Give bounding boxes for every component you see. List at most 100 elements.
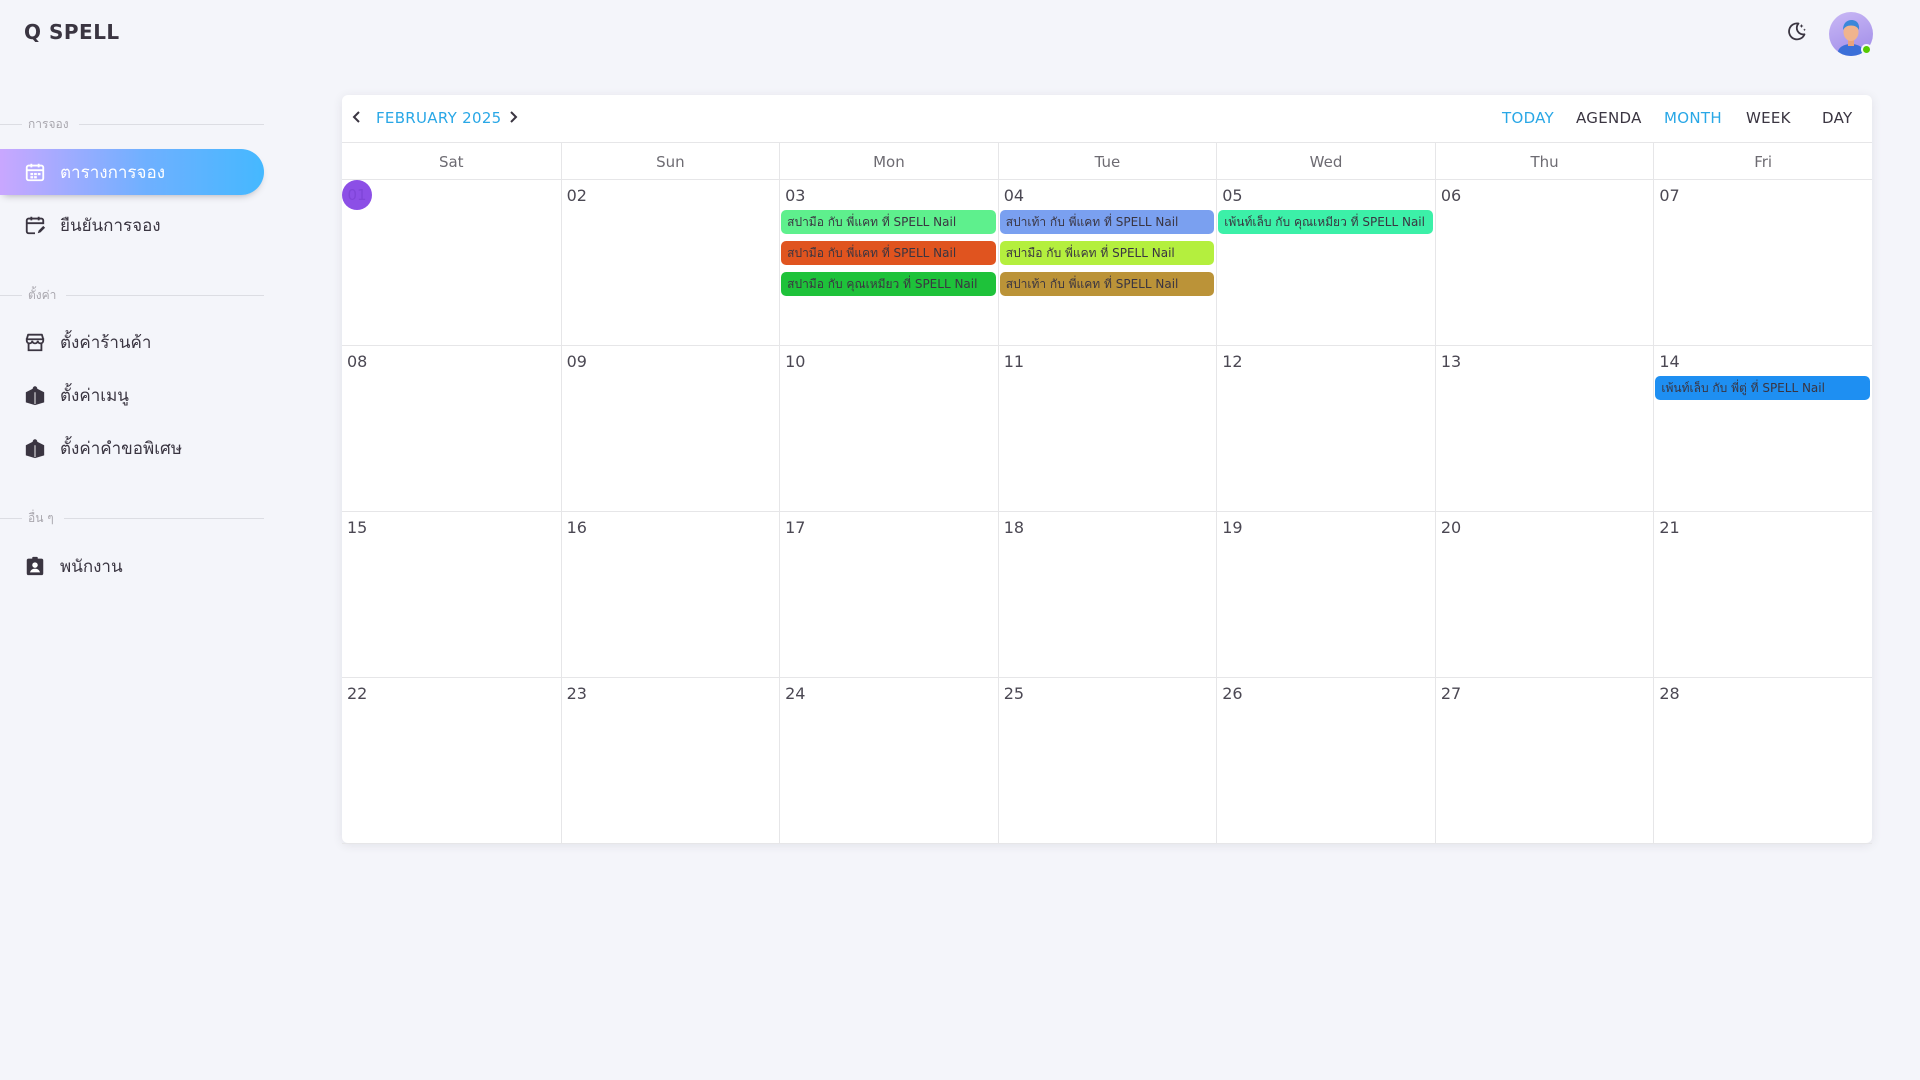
day-number: 03 — [785, 186, 806, 205]
day-cell[interactable]: 01 — [342, 180, 561, 346]
prev-month-button[interactable] — [346, 107, 368, 129]
day-cell[interactable]: 09 — [560, 346, 780, 512]
day-number: 22 — [347, 684, 368, 703]
month-grid: Sat Sun Mon Tue Wed Thu Fri 01 02 03 สปา… — [342, 142, 1872, 844]
day-cell[interactable]: 27 — [1434, 678, 1654, 844]
chevron-left-icon — [350, 109, 364, 128]
store-icon — [24, 331, 46, 353]
day-number: 07 — [1659, 186, 1680, 205]
day-cell[interactable]: 18 — [997, 512, 1217, 678]
weekday-header: Tue — [997, 143, 1217, 180]
day-cell[interactable]: 07 — [1653, 180, 1872, 346]
calendar-icon — [24, 161, 46, 183]
moon-star-icon — [1784, 20, 1808, 48]
day-number: 24 — [785, 684, 806, 703]
today-button[interactable]: TODAY — [1502, 109, 1554, 127]
day-cell[interactable]: 16 — [560, 512, 780, 678]
week-view-button[interactable]: WEEK — [1746, 109, 1791, 127]
day-number: 04 — [1003, 186, 1025, 205]
sidebar-item-booking-schedule[interactable]: ตารางการจอง — [0, 149, 264, 195]
day-number: 08 — [347, 352, 368, 371]
book-open-icon — [24, 437, 46, 459]
event-item[interactable]: สปาเท้า กับ พี่แคท ที่ SPELL Nail — [999, 210, 1215, 234]
day-number: 10 — [785, 352, 806, 371]
day-number: 27 — [1440, 684, 1462, 703]
weekday-header: Fri — [1653, 143, 1872, 180]
weekday-header-row: Sat Sun Mon Tue Wed Thu Fri — [342, 143, 1872, 180]
event-item[interactable]: เพ้นท์เล็บ กับ พี่ตู่ ที่ SPELL Nail — [1655, 376, 1870, 400]
book-open-icon — [24, 384, 46, 406]
day-cell[interactable]: 19 — [1216, 512, 1435, 678]
day-number: 06 — [1440, 186, 1462, 205]
event-item[interactable]: สปามือ กับ พี่แคท ที่ SPELL Nail — [781, 241, 996, 265]
section-header-booking: การจอง — [0, 114, 264, 134]
sidebar-item-label: พนักงาน — [60, 556, 123, 577]
day-cell[interactable]: 14 เพ้นท์เล็บ กับ พี่ตู่ ที่ SPELL Nail — [1653, 346, 1872, 512]
week-row: 22 23 24 25 26 27 28 — [342, 678, 1872, 844]
app-title: Q SPELL — [24, 20, 120, 44]
theme-toggle-button[interactable] — [1782, 20, 1810, 48]
day-cell[interactable]: 11 — [997, 346, 1217, 512]
day-number: 05 — [1222, 186, 1243, 205]
day-number-today: 01 — [342, 180, 372, 210]
event-item[interactable]: สปามือ กับ คุณเหมียว ที่ SPELL Nail — [781, 272, 996, 296]
day-cell[interactable]: 06 — [1434, 180, 1654, 346]
sidebar-item-menu-settings[interactable]: ตั้งค่าเมนู — [0, 372, 264, 418]
day-number: 18 — [1003, 518, 1025, 537]
day-number: 28 — [1659, 684, 1680, 703]
online-status-dot — [1861, 44, 1872, 55]
day-number: 23 — [566, 684, 587, 703]
day-cell[interactable]: 03 สปามือ กับ พี่แคท ที่ SPELL Nail สปาม… — [779, 180, 998, 346]
sidebar-item-label: ตารางการจอง — [60, 162, 166, 183]
calendar-edit-icon — [24, 214, 46, 236]
day-cell[interactable]: 26 — [1216, 678, 1435, 844]
sidebar-item-staff[interactable]: พนักงาน — [0, 543, 264, 589]
day-view-button[interactable]: DAY — [1822, 109, 1852, 127]
day-cell[interactable]: 12 — [1216, 346, 1435, 512]
event-item[interactable]: สปามือ กับ พี่แคท ที่ SPELL Nail — [781, 210, 996, 234]
day-cell[interactable]: 24 — [779, 678, 998, 844]
day-number: 09 — [566, 352, 587, 371]
month-view-button[interactable]: MONTH — [1664, 109, 1722, 127]
day-number: 19 — [1222, 518, 1243, 537]
day-cell[interactable]: 08 — [342, 346, 561, 512]
sidebar-item-special-request-settings[interactable]: ตั้งค่าคำขอพิเศษ — [0, 425, 264, 471]
day-cell[interactable]: 23 — [560, 678, 780, 844]
weekday-header: Sun — [560, 143, 780, 180]
event-item[interactable]: สปามือ กับ พี่แคท ที่ SPELL Nail — [999, 241, 1215, 265]
day-number: 11 — [1003, 352, 1025, 371]
agenda-view-button[interactable]: AGENDA — [1576, 109, 1642, 127]
day-cell[interactable]: 25 — [997, 678, 1217, 844]
day-number: 13 — [1440, 352, 1462, 371]
next-month-button[interactable] — [502, 107, 524, 129]
section-header-settings: ตั้งค่า — [0, 285, 264, 305]
sidebar-item-store-settings[interactable]: ตั้งค่าร้านค้า — [0, 319, 264, 365]
day-cell[interactable]: 13 — [1434, 346, 1654, 512]
day-number: 15 — [347, 518, 368, 537]
day-cell[interactable]: 21 — [1653, 512, 1872, 678]
day-number: 21 — [1659, 518, 1680, 537]
day-cell[interactable]: 22 — [342, 678, 561, 844]
day-cell[interactable]: 05 เพ้นท์เล็บ กับ คุณเหมียว ที่ SPELL Na… — [1216, 180, 1435, 346]
day-number: 26 — [1222, 684, 1243, 703]
week-row: 08 09 10 11 12 13 14 เพ้นท์เล็บ กับ พี่ต… — [342, 346, 1872, 512]
day-cell[interactable]: 20 — [1434, 512, 1654, 678]
sidebar-item-confirm-booking[interactable]: ยืนยันการจอง — [0, 202, 264, 248]
day-cell[interactable]: 15 — [342, 512, 561, 678]
day-number: 16 — [566, 518, 587, 537]
calendar-toolbar: FEBRUARY 2025 TODAY AGENDA MONTH WEEK DA… — [342, 95, 1872, 142]
day-cell[interactable]: 28 — [1653, 678, 1872, 844]
section-header-others: อื่น ๆ — [0, 508, 264, 528]
badge-account-icon — [24, 555, 46, 577]
weekday-header: Wed — [1216, 143, 1435, 180]
event-item[interactable]: เพ้นท์เล็บ กับ คุณเหมียว ที่ SPELL Nail — [1218, 210, 1433, 234]
day-cell[interactable]: 02 — [560, 180, 780, 346]
sidebar-item-label: ตั้งค่าร้านค้า — [60, 332, 152, 353]
day-cell[interactable]: 17 — [779, 512, 998, 678]
day-number: 20 — [1440, 518, 1462, 537]
event-item[interactable]: สปาเท้า กับ พี่แคท ที่ SPELL Nail — [999, 272, 1215, 296]
weekday-header: Sat — [438, 152, 464, 171]
day-cell[interactable]: 10 — [779, 346, 998, 512]
day-cell[interactable]: 04 สปาเท้า กับ พี่แคท ที่ SPELL Nail สปา… — [997, 180, 1217, 346]
day-number: 25 — [1003, 684, 1025, 703]
